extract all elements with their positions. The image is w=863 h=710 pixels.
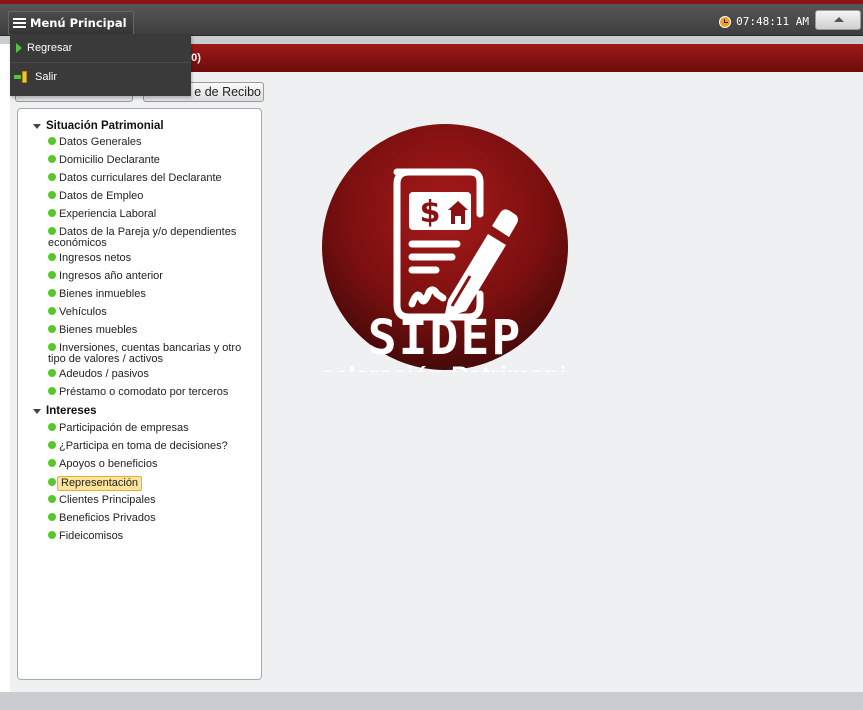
nav-item-datos-generales[interactable]: Datos Generales <box>48 137 142 148</box>
sidebar-tree: Situación Patrimonial Datos Generales Do… <box>17 108 262 680</box>
nav-item-label: Datos curriculares del Declarante <box>59 172 222 184</box>
nav-item-label: Datos de Empleo <box>59 190 144 202</box>
menu-item-label: Regresar <box>27 42 73 54</box>
logo-subtitle: Declaración Patrimonial <box>320 362 570 372</box>
nav-item-inversiones[interactable]: Inversiones, cuentas bancarias y otro tip… <box>48 343 241 365</box>
nav-item-label: Clientes Principales <box>59 494 156 506</box>
play-icon <box>16 43 22 53</box>
green-dot-icon <box>48 289 56 297</box>
green-dot-icon <box>48 209 56 217</box>
nav-item-label-line2: tipo de valores / activos <box>48 353 163 365</box>
green-dot-icon <box>48 369 56 377</box>
nav-item-bienes-muebles[interactable]: Bienes muebles <box>48 325 137 336</box>
green-dot-icon <box>48 441 56 449</box>
green-dot-icon <box>48 271 56 279</box>
nav-item-label: Domicilio Declarante <box>59 154 160 166</box>
nav-item-label-line2: económicos <box>48 237 107 249</box>
green-dot-icon <box>48 513 56 521</box>
nav-item-label: Beneficios Privados <box>59 512 156 524</box>
nav-item-label: Bienes muebles <box>59 324 138 336</box>
clock-icon <box>719 15 732 28</box>
nav-item-adeudos[interactable]: Adeudos / pasivos <box>48 369 149 380</box>
nav-item-label: Vehículos <box>59 306 107 318</box>
green-dot-icon <box>48 137 56 145</box>
logo-title: SIDEP <box>368 310 523 366</box>
nav-item-participacion-empresas[interactable]: Participación de empresas <box>48 423 189 434</box>
nav-item-apoyos-beneficios[interactable]: Apoyos o beneficios <box>48 459 157 470</box>
exit-icon <box>14 71 30 83</box>
dollar-home-box: $ <box>409 192 471 230</box>
collapse-triangle-icon[interactable] <box>33 408 41 414</box>
menu-item-salir[interactable]: Salir <box>10 63 191 91</box>
collapse-triangle-icon[interactable] <box>33 123 41 129</box>
nav-item-label: Préstamo o comodato por terceros <box>59 386 229 398</box>
receipt-button-label: e de Recibo <box>194 85 261 99</box>
green-dot-icon <box>48 325 56 333</box>
top-toolbar: Menú Principal 07:48:11 AM <box>0 4 863 36</box>
nav-item-bienes-inmuebles[interactable]: Bienes inmuebles <box>48 289 146 300</box>
nav-item-label: Ingresos año anterior <box>59 270 163 282</box>
nav-item-ingresos-netos[interactable]: Ingresos netos <box>48 253 131 264</box>
nav-item-fideicomisos[interactable]: Fideicomisos <box>48 531 123 542</box>
nav-item-clientes-principales[interactable]: Clientes Principales <box>48 495 156 506</box>
nav-item-datos-pareja[interactable]: Datos de la Pareja y/o dependientes econó… <box>48 227 236 249</box>
green-dot-icon <box>48 173 56 181</box>
nav-item-experiencia-laboral[interactable]: Experiencia Laboral <box>48 209 156 220</box>
sidep-logo: $ SIDEP Declaración Patrimonial <box>320 124 570 372</box>
main-menu-label: Menú Principal <box>30 16 127 30</box>
green-dot-icon <box>48 343 56 351</box>
app-area: 20) e de Recibo Situación Patrimonial Da… <box>10 44 863 692</box>
bottom-status-bar <box>0 692 863 710</box>
nav-item-label: Datos Generales <box>59 136 142 148</box>
menu-item-regresar[interactable]: Regresar <box>10 34 191 63</box>
nav-item-prestamo[interactable]: Préstamo o comodato por terceros <box>48 387 228 398</box>
green-dot-icon <box>48 227 56 235</box>
hamburger-icon <box>13 18 26 28</box>
nav-item-label: ¿Participa en toma de decisiones? <box>59 440 228 452</box>
main-menu-button[interactable]: Menú Principal <box>8 11 134 35</box>
nav-item-label: Adeudos / pasivos <box>59 368 149 380</box>
nav-item-label: Bienes inmuebles <box>59 288 146 300</box>
collapse-toolbar-button[interactable] <box>815 10 861 30</box>
green-dot-icon <box>48 253 56 261</box>
nav-item-label: Participación de empresas <box>59 422 189 434</box>
green-dot-icon <box>48 531 56 539</box>
clock: 07:48:11 AM <box>719 15 809 28</box>
nav-item-label: Experiencia Laboral <box>59 208 157 220</box>
green-dot-icon <box>48 191 56 199</box>
section-label: Intereses <box>46 405 97 417</box>
nav-item-beneficios-privados[interactable]: Beneficios Privados <box>48 513 156 524</box>
green-dot-icon <box>48 495 56 503</box>
main-menu-dropdown: Regresar Salir <box>10 34 191 96</box>
nav-item-label: Representación <box>57 476 143 491</box>
green-dot-icon <box>48 387 56 395</box>
menu-item-label: Salir <box>35 71 58 83</box>
green-dot-icon <box>48 459 56 467</box>
section-situacion-patrimonial[interactable]: Situación Patrimonial <box>33 120 164 132</box>
nav-item-toma-decisiones[interactable]: ¿Participa en toma de decisiones? <box>48 441 228 452</box>
green-dot-icon <box>48 155 56 163</box>
nav-item-representacion[interactable]: Representación <box>48 476 143 491</box>
green-dot-icon <box>48 478 56 486</box>
nav-item-label: Apoyos o beneficios <box>59 458 158 470</box>
nav-item-datos-empleo[interactable]: Datos de Empleo <box>48 191 143 202</box>
section-label: Situación Patrimonial <box>46 120 164 132</box>
nav-item-label: Ingresos netos <box>59 252 132 264</box>
nav-item-vehiculos[interactable]: Vehículos <box>48 307 107 318</box>
nav-item-ingresos-anio-anterior[interactable]: Ingresos año anterior <box>48 271 163 282</box>
section-intereses[interactable]: Intereses <box>33 405 97 417</box>
nav-item-datos-curriculares[interactable]: Datos curriculares del Declarante <box>48 173 222 184</box>
clock-time: 07:48:11 AM <box>736 15 809 28</box>
dollar-symbol: $ <box>420 195 441 230</box>
nav-item-label: Fideicomisos <box>59 530 124 542</box>
nav-item-domicilio-declarante[interactable]: Domicilio Declarante <box>48 155 160 166</box>
green-dot-icon <box>48 307 56 315</box>
green-dot-icon <box>48 423 56 431</box>
